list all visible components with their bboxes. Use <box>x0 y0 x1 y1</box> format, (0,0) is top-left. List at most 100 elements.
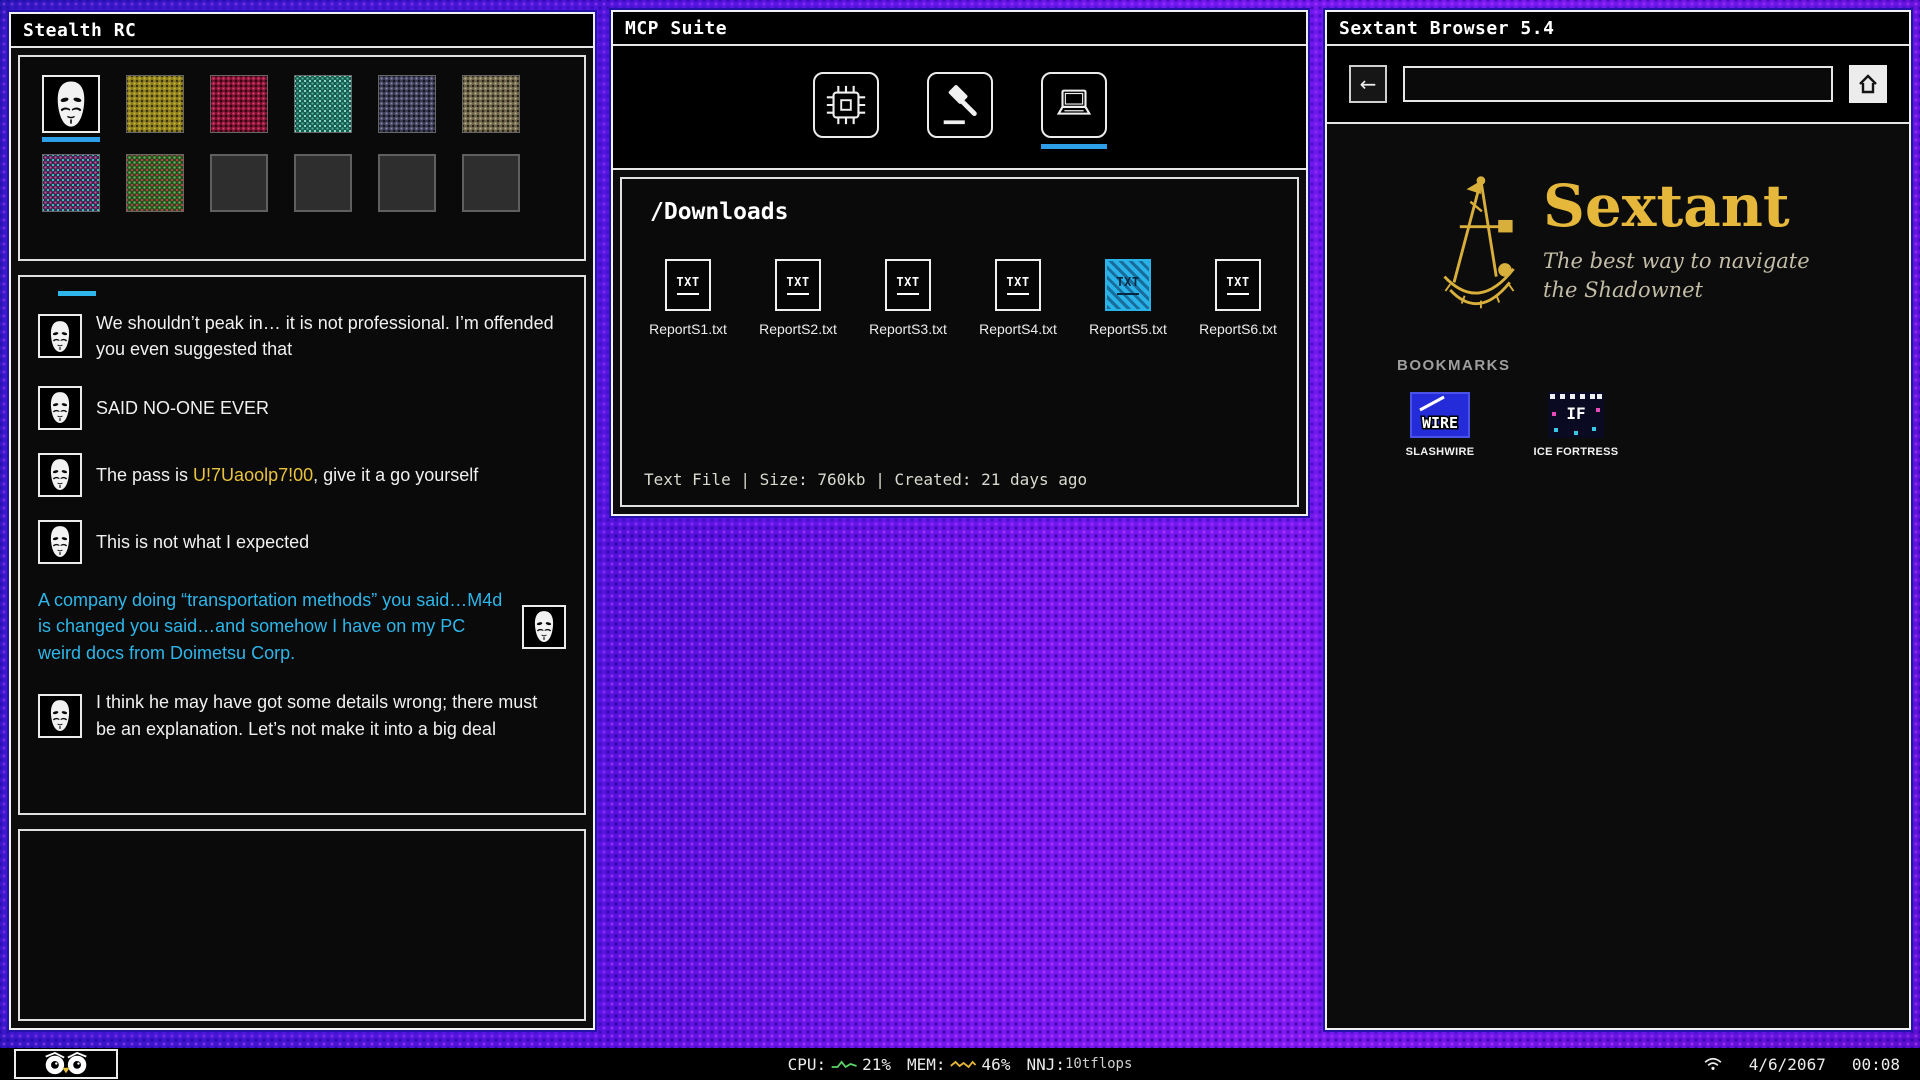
avatar-slot[interactable] <box>126 154 184 212</box>
noise-avatar[interactable] <box>42 154 100 212</box>
avatar-slot[interactable] <box>210 154 268 212</box>
mem-sparkline-icon <box>951 1058 977 1070</box>
desktop: Stealth RC We shouldn’t peak in… it is n… <box>0 0 1920 1048</box>
message-text: The pass is U!7Uaoolp7!00, give it a go … <box>96 462 478 488</box>
svg-text:WIRE: WIRE <box>1422 414 1458 432</box>
stealth-rc-titlebar[interactable]: Stealth RC <box>11 14 593 48</box>
message-text: We shouldn’t peak in… it is not professi… <box>96 310 558 363</box>
nnj-stat: NNJ: 10tflops <box>1026 1055 1132 1074</box>
avatar-slot[interactable] <box>294 154 352 212</box>
sextant-logo-icon <box>1431 169 1527 317</box>
file-item[interactable]: TXTReportS4.txt <box>974 259 1062 337</box>
stealth-rc-window: Stealth RC We shouldn’t peak in… it is n… <box>9 12 595 1030</box>
message-text: A company doing “transportation methods”… <box>38 587 508 666</box>
file-item[interactable]: TXT ReportS3.txt <box>864 259 952 337</box>
chat-avatar-mask-icon <box>522 605 566 649</box>
avatar-slot[interactable] <box>210 75 268 142</box>
txt-file-icon[interactable]: TXT <box>995 259 1041 311</box>
message-compose-area[interactable] <box>18 829 586 1021</box>
avatar-slot[interactable] <box>378 75 436 142</box>
txt-icon-bar <box>1227 293 1249 295</box>
txt-icon-label: TXT <box>676 275 699 289</box>
gavel-icon <box>937 82 983 128</box>
file-name: ReportS5.txt <box>1089 321 1167 337</box>
txt-icon-bar <box>787 293 809 295</box>
mem-label: MEM: <box>907 1055 946 1074</box>
chat-avatar-mask-icon <box>38 314 82 358</box>
sextant-logo-block: Sextant The best way to navigate the Sha… <box>1431 169 1909 317</box>
owl-logo-icon <box>37 1052 95 1076</box>
avatar-slot[interactable] <box>42 154 100 212</box>
noise-avatar[interactable] <box>378 75 436 133</box>
txt-file-icon[interactable]: TXT <box>885 259 931 311</box>
txt-icon-bar <box>1117 293 1139 295</box>
message-text: I think he may have got some details wro… <box>96 689 558 742</box>
gavel-tool-slot <box>927 72 993 138</box>
bookmark-label: SLASHWIRE <box>1406 446 1475 458</box>
mask-avatar[interactable] <box>42 75 100 133</box>
file-browser-panel: /Downloads TXTReportS1.txtTXTReportS2.tx… <box>620 177 1299 507</box>
file-item[interactable]: TXTReportS6.txt <box>1194 259 1282 337</box>
avatar-slot[interactable] <box>462 154 520 212</box>
clipped-message-fragment <box>58 291 96 296</box>
avatar-slot[interactable] <box>42 75 100 142</box>
txt-file-icon[interactable]: TXT <box>665 259 711 311</box>
bookmark-icefortress[interactable]: IFICE FORTRESS <box>1531 392 1621 458</box>
file-name: ReportS3.txt <box>869 321 947 337</box>
empty-avatar-slot[interactable] <box>210 154 268 212</box>
mcp-suite-window: MCP Suite /Downloads TXTReportS1.txtTXTR… <box>611 10 1308 516</box>
bookmark-slashwire[interactable]: WIRE SLASHWIRE <box>1395 392 1485 458</box>
noise-avatar[interactable] <box>126 154 184 212</box>
cpu-stat: CPU: 21% <box>788 1055 891 1074</box>
txt-file-icon[interactable]: TXT <box>1215 259 1261 311</box>
noise-avatar[interactable] <box>126 75 184 133</box>
url-input[interactable] <box>1403 66 1833 102</box>
home-button[interactable] <box>1849 65 1887 103</box>
empty-avatar-slot[interactable] <box>462 154 520 212</box>
sextant-browser-titlebar[interactable]: Sextant Browser 5.4 <box>1327 12 1909 46</box>
chip-tool-slot <box>813 72 879 138</box>
selected-avatar-indicator <box>42 137 100 142</box>
avatar-slot[interactable] <box>378 154 436 212</box>
txt-icon-bar <box>1007 293 1029 295</box>
txt-icon-label: TXT <box>786 275 809 289</box>
txt-icon-bar <box>677 293 699 295</box>
sextant-browser-window: Sextant Browser 5.4 ← <box>1325 10 1911 1030</box>
file-name: ReportS1.txt <box>649 321 727 337</box>
cpu-sparkline-icon <box>831 1058 857 1070</box>
sextant-brand: Sextant <box>1543 177 1815 235</box>
laptop-tool-button[interactable] <box>1041 72 1107 138</box>
mcp-suite-titlebar[interactable]: MCP Suite <box>613 12 1306 46</box>
chat-message: We shouldn’t peak in… it is not professi… <box>38 310 566 363</box>
noise-avatar[interactable] <box>294 75 352 133</box>
file-item[interactable]: TXTReportS2.txt <box>754 259 842 337</box>
empty-avatar-slot[interactable] <box>294 154 352 212</box>
message-text: This is not what I expected <box>96 529 309 555</box>
avatar-slot[interactable] <box>126 75 184 142</box>
bookmarks-heading: BOOKMARKS <box>1397 357 1909 374</box>
avatar-slot[interactable] <box>294 75 352 142</box>
laptop-icon <box>1051 82 1097 128</box>
noise-avatar[interactable] <box>210 75 268 133</box>
chat-avatar-mask-icon <box>38 520 82 564</box>
chat-avatar-mask-icon <box>38 453 82 497</box>
empty-avatar-slot[interactable] <box>378 154 436 212</box>
os-menu-button[interactable] <box>14 1049 118 1079</box>
file-item[interactable]: TXT ReportS5.txt <box>1084 259 1172 337</box>
txt-file-icon[interactable]: TXT <box>1105 259 1151 311</box>
clock-area: 4/6/2067 00:08 <box>1703 1055 1920 1074</box>
noise-avatar[interactable] <box>462 75 520 133</box>
txt-icon-label: TXT <box>1006 275 1029 289</box>
file-item[interactable]: TXT ReportS1.txt <box>644 259 732 337</box>
chat-log[interactable]: We shouldn’t peak in… it is not professi… <box>18 275 586 815</box>
cpu-label: CPU: <box>788 1055 827 1074</box>
avatar-slot[interactable] <box>462 75 520 142</box>
chat-message: SAID NO-ONE EVER <box>38 386 566 430</box>
txt-file-icon[interactable]: TXT <box>775 259 821 311</box>
back-button[interactable]: ← <box>1349 65 1387 103</box>
chip-tool-button[interactable] <box>813 72 879 138</box>
laptop-tool-slot <box>1041 72 1107 149</box>
taskbar: CPU: 21% MEM: 46% NNJ: 10tflops 4/6/2067… <box>0 1048 1920 1080</box>
selected-tool-indicator <box>1041 144 1107 149</box>
gavel-tool-button[interactable] <box>927 72 993 138</box>
